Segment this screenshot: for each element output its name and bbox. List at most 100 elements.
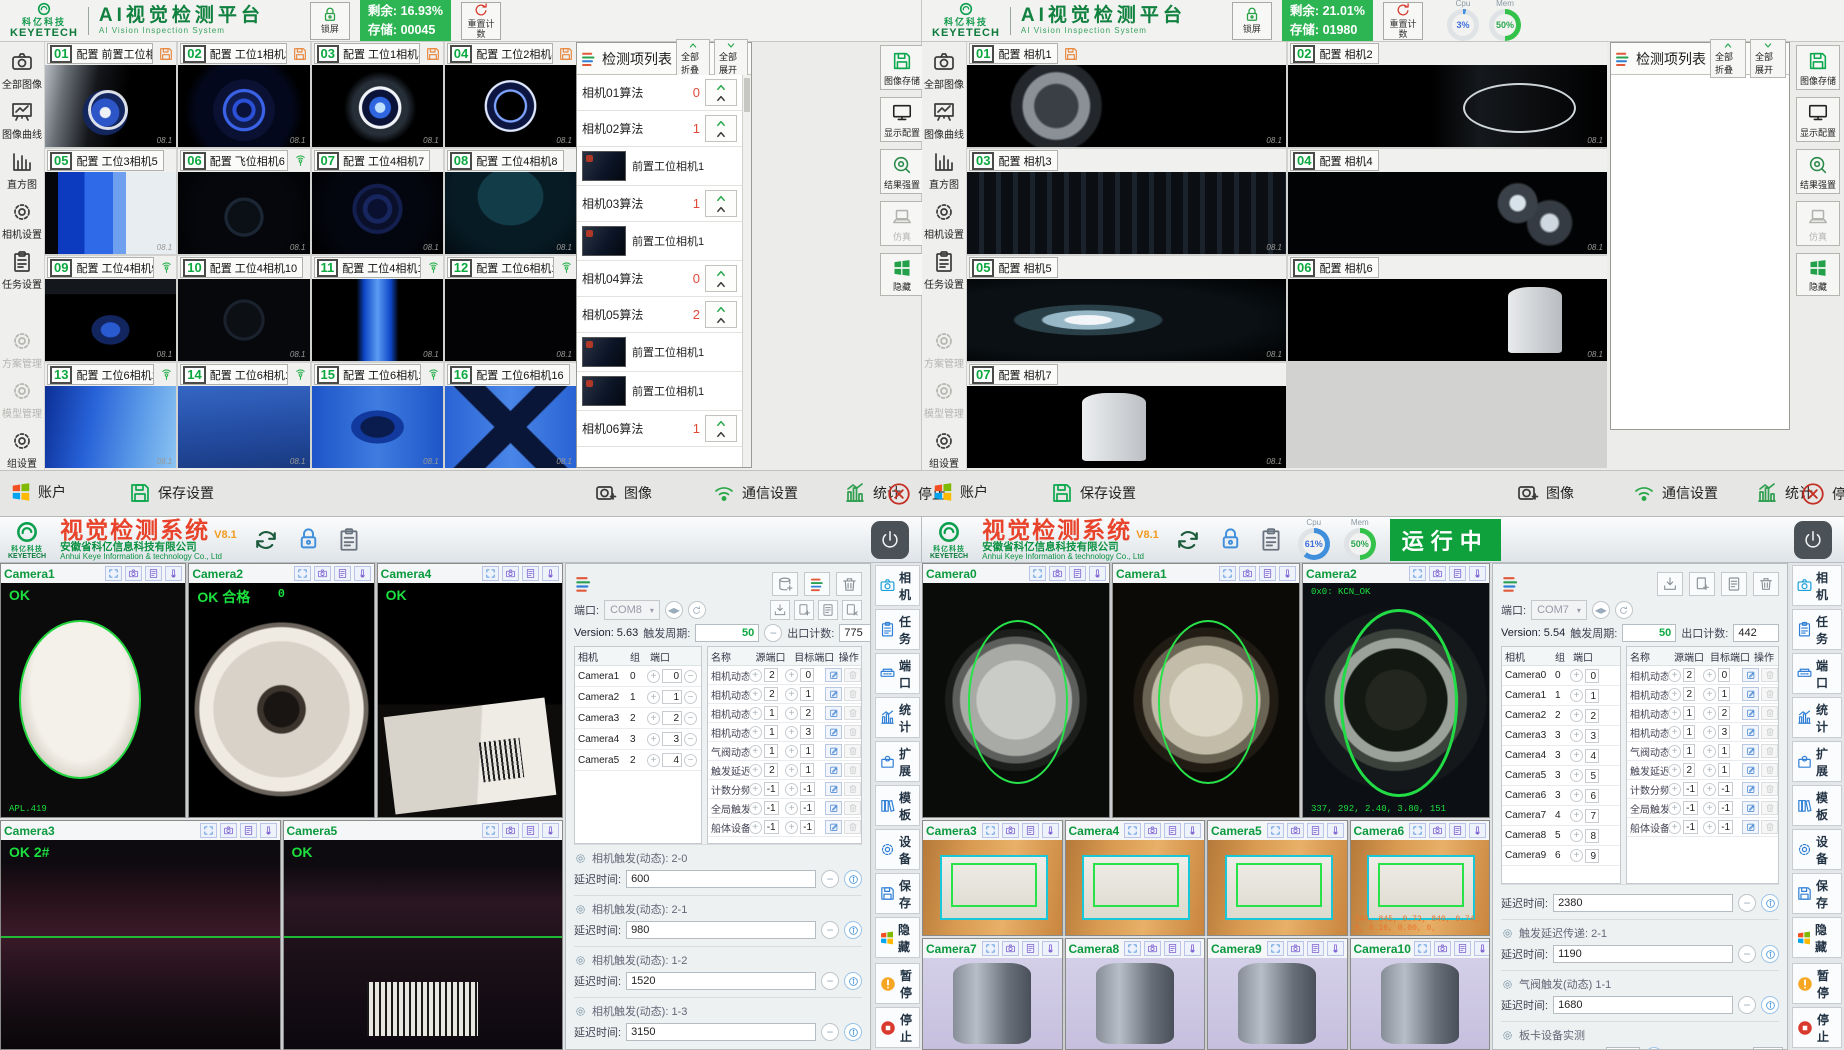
inc-button[interactable]: + [1703,707,1716,720]
configure-camera-button[interactable]: 01配置 相机1 [969,43,1058,64]
tab-template[interactable]: 模板 [875,785,920,826]
save-settings-button[interactable]: 保存设置 [128,481,214,505]
edit-button[interactable] [825,782,842,796]
camera-image[interactable]: 08.1 [445,386,576,468]
add-doc-button[interactable] [1689,572,1715,596]
camera-image[interactable] [1113,583,1299,817]
info-button[interactable] [844,1023,862,1041]
field-value-input[interactable]: 3150 [626,1023,816,1041]
inc-button[interactable]: + [1570,689,1583,702]
delete-button[interactable] [1761,801,1778,815]
snapshot-icon-button[interactable] [1429,823,1446,838]
dec-button[interactable]: − [684,670,697,683]
import-button[interactable] [770,600,790,620]
adjust-icon-button[interactable] [1469,566,1486,581]
import-button[interactable] [1657,572,1683,596]
sidebar-item-all-images[interactable]: 全部图像 [0,50,44,91]
snapshot-icon-button[interactable] [502,566,519,581]
sidebar-item-group-settings[interactable]: 组设置 [922,429,966,470]
doc-button[interactable] [818,600,838,620]
camera-image[interactable]: 08.1 [45,279,176,361]
inc-button[interactable]: + [749,783,762,796]
delete-button[interactable] [1761,668,1778,682]
edit-button[interactable] [825,763,842,777]
pause-button[interactable]: 暂停 [1792,963,1842,1004]
inc-button[interactable]: + [1570,829,1583,842]
snapshot-icon-button[interactable] [1239,566,1256,581]
simulation-button[interactable]: 仿真 [1796,201,1840,246]
save-icon[interactable] [1063,46,1079,62]
camera-image[interactable]: 08.1 [312,65,443,147]
field-value-input[interactable]: 1520 [626,972,816,990]
account-button[interactable]: 账户 [932,481,988,503]
camera-image[interactable]: 08.1 [178,386,309,468]
display-config-button[interactable]: 显示配置 [880,97,924,142]
expand-icon-button[interactable] [1219,566,1236,581]
clipboard-icon-button[interactable] [1258,527,1284,553]
image-button[interactable]: 图像 [594,481,652,505]
edit-button[interactable] [825,801,842,815]
tab-stats[interactable]: 统计 [875,697,920,738]
edit-button[interactable] [1742,801,1759,815]
trigger-period-input[interactable]: 50 [1622,624,1676,642]
snapshot-icon-button[interactable] [1429,566,1446,581]
configure-camera-button[interactable]: 07配置 相机7 [969,364,1058,385]
lock-icon-button[interactable] [295,526,322,553]
sidebar-item-plan-manage[interactable]: 方案管理 [0,329,44,370]
info-button[interactable] [1761,945,1779,963]
detection-item[interactable]: 相机06算法 1 [577,411,742,447]
inc-button[interactable]: + [1668,745,1681,758]
expand-icon-button[interactable] [482,823,499,838]
field-value-input[interactable]: 1680 [1553,996,1733,1014]
snapshot-icon-button[interactable] [314,566,331,581]
trigger-period-input[interactable]: 50 [695,624,759,642]
configure-camera-button[interactable]: 04配置 工位2相机4 [447,43,553,64]
sidebar-item-plan-manage[interactable]: 方案管理 [922,329,966,370]
dec-button[interactable]: − [1738,996,1756,1014]
tab-task[interactable]: 任务 [1792,609,1842,650]
delete-button[interactable] [1761,744,1778,758]
info-button[interactable] [1761,894,1779,912]
configure-camera-button[interactable]: 06配置 相机6 [1290,257,1379,278]
port-select[interactable]: COM8▾ [604,600,660,620]
list-icon-button[interactable] [145,566,162,581]
sync-icon-button[interactable] [251,525,281,555]
list-icon-button[interactable] [1164,941,1181,956]
sidebar-item-histogram[interactable]: 直方图 [922,150,966,191]
save-icon[interactable] [558,46,574,62]
tab-stats[interactable]: 统计 [1792,697,1842,738]
tab-save[interactable]: 保存 [1792,873,1842,914]
configure-camera-button[interactable]: 12配置 工位6相机12 [447,257,554,278]
port-value[interactable]: 2 [662,711,682,725]
sidebar-item-histogram[interactable]: 直方图 [0,150,44,191]
detection-item[interactable]: 相机03算法 1 [577,186,742,222]
camera-image[interactable]: 08.1 [445,172,576,254]
sidebar-item-all-images[interactable]: 全部图像 [922,50,966,91]
detection-item[interactable]: 相机04算法 0 [577,261,742,297]
inc-button[interactable]: + [647,670,660,683]
adjust-icon-button[interactable] [354,566,371,581]
tab-template[interactable]: 模板 [1792,785,1842,826]
delete-button[interactable] [844,687,861,701]
configure-camera-button[interactable]: 03配置 相机3 [969,150,1058,171]
configure-camera-button[interactable]: 01配置 前置工位相机1 [47,43,153,64]
dec-button[interactable]: − [821,870,839,888]
clipboard-icon-button[interactable] [336,527,362,553]
camera-image[interactable] [923,583,1109,817]
lock-screen-button[interactable]: 锁屏 [1232,2,1272,40]
dec-button[interactable]: − [684,712,697,725]
save-icon[interactable] [292,46,308,62]
inc-button[interactable]: + [1703,745,1716,758]
list-icon-button[interactable] [1022,941,1039,956]
inc-button[interactable]: + [749,821,762,834]
configure-camera-button[interactable]: 03配置 工位1相机3 [314,43,420,64]
field-value-input[interactable]: 2380 [1553,894,1733,912]
list-icon-button[interactable] [334,566,351,581]
edit-button[interactable] [825,706,842,720]
stop-button[interactable]: 停止 [1800,481,1844,507]
adjust-icon-button[interactable] [1184,941,1201,956]
field-value-input[interactable]: 980 [626,921,816,939]
image-storage-button[interactable]: 图像存储 [880,45,924,90]
edit-button[interactable] [1742,820,1759,834]
delete-button[interactable] [1761,782,1778,796]
